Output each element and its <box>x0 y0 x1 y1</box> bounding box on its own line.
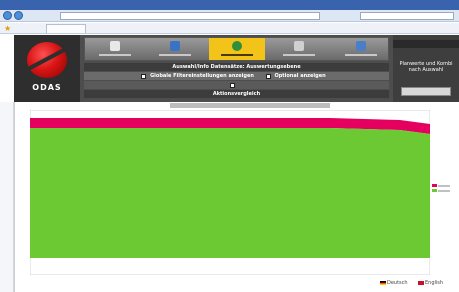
filter-options-row: Globale Filtereinstellungen anzeigen Opt… <box>84 72 389 81</box>
globe-icon <box>232 41 242 51</box>
right-info-panel: Planwerte und Kombi nach Auswahl <box>393 35 459 102</box>
chart-subtitle-placeholder <box>170 103 330 108</box>
selection-info-text: Auswahl/Info Datensätze: Auswertungseben… <box>172 64 301 70</box>
browser-tab[interactable] <box>46 24 86 33</box>
extra-options-row <box>84 81 389 90</box>
filter-options-band: Globale Filtereinstellungen anzeigen Opt… <box>84 72 389 80</box>
area-chart <box>30 110 430 275</box>
legend-entry-bottom <box>432 188 454 193</box>
search-input[interactable] <box>360 12 454 20</box>
right-panel-text: Planwerte und Kombi nach Auswahl <box>399 61 453 73</box>
chart-icon <box>170 41 180 51</box>
tool-label-placeholder <box>283 54 315 56</box>
language-de-label: Deutsch <box>387 280 408 286</box>
address-row <box>0 10 459 22</box>
table-icon <box>294 41 304 51</box>
right-panel-button[interactable] <box>401 87 451 96</box>
extra-options-band <box>84 81 389 89</box>
language-de[interactable]: Deutsch <box>380 280 408 286</box>
logo-panel: ODAS <box>14 35 80 102</box>
optional-checkbox[interactable] <box>265 73 271 79</box>
back-icon[interactable] <box>3 11 12 20</box>
main-toolbar <box>84 37 389 61</box>
logo-text: ODAS <box>32 83 62 92</box>
page-gutter <box>0 102 14 292</box>
tool-label-placeholder <box>99 54 131 56</box>
section-title: Aktionsvergleich <box>212 91 261 97</box>
extra-option-checkbox[interactable] <box>230 82 235 88</box>
tool-label-placeholder <box>221 54 253 56</box>
optional-label: Optional anzeigen <box>274 73 326 79</box>
window-titlebar <box>0 0 459 10</box>
language-en[interactable]: English <box>418 280 443 286</box>
legend-label-placeholder <box>438 184 450 187</box>
right-panel-header <box>393 40 459 48</box>
tool-label-placeholder <box>159 54 191 56</box>
selection-info-band: Auswahl/Info Datensätze: Auswertungseben… <box>84 63 389 71</box>
global-filter-checkbox[interactable] <box>141 73 147 79</box>
tool-button-4[interactable] <box>271 38 327 60</box>
area-series-bottom <box>30 128 430 258</box>
tool-label-placeholder <box>345 54 377 56</box>
tool-button-1[interactable] <box>87 38 143 60</box>
legend-label-placeholder <box>438 189 450 192</box>
uk-flag-icon <box>418 280 424 285</box>
global-filter-label: Globale Filtereinstellungen anzeigen <box>150 73 254 79</box>
legend-swatch-green <box>432 189 437 192</box>
favorites-star-icon[interactable]: ★ <box>4 24 11 33</box>
section-title-band: Aktionsvergleich <box>84 90 389 98</box>
legend-swatch-magenta <box>432 184 437 187</box>
forward-icon[interactable] <box>14 11 23 20</box>
tool-button-3[interactable] <box>209 38 265 60</box>
app-header: ODAS Auswahl/Info Datensätze: Auswertung… <box>14 35 459 102</box>
chart-legend <box>432 183 454 199</box>
favorites-bar: ★ <box>0 23 459 34</box>
document-icon <box>110 41 120 51</box>
language-en-label: English <box>425 280 444 286</box>
tool-button-2[interactable] <box>147 38 203 60</box>
tool-button-5[interactable] <box>333 38 389 60</box>
address-bar[interactable] <box>60 12 320 20</box>
german-flag-icon <box>380 280 386 285</box>
screen-icon <box>356 41 366 51</box>
